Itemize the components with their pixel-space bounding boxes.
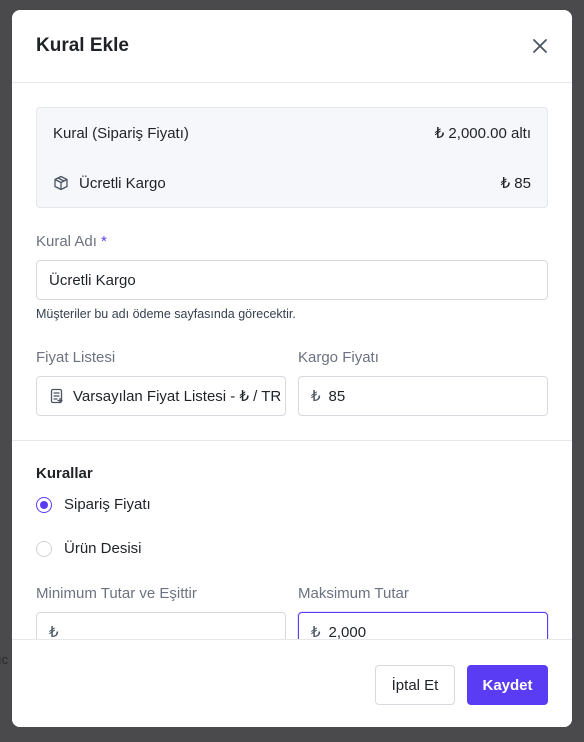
summary-rule-label: Kural (Sipariş Fiyatı) bbox=[53, 124, 189, 142]
modal-header: Kural Ekle bbox=[12, 10, 572, 83]
max-amount-label: Maksimum Tutar bbox=[298, 585, 409, 602]
radio-order-price[interactable]: Sipariş Fiyatı bbox=[36, 496, 151, 513]
modal-footer: İptal Et Kaydet bbox=[12, 639, 572, 727]
required-mark: * bbox=[101, 233, 107, 250]
rule-name-input[interactable]: Ücretli Kargo bbox=[36, 260, 548, 300]
backdrop-text: ıc bbox=[0, 652, 9, 667]
price-list-value: Varsayılan Fiyat Listesi - ₺ / TR bbox=[73, 388, 282, 405]
max-amount-value: 2,000 bbox=[328, 623, 367, 641]
radio-order-price-label: Sipariş Fiyatı bbox=[64, 496, 151, 513]
radio-product-desi-dot[interactable] bbox=[36, 540, 52, 557]
section-divider bbox=[12, 440, 572, 441]
summary-shipping-label: Ücretli Kargo bbox=[79, 174, 166, 192]
price-list-label: Fiyat Listesi bbox=[36, 349, 116, 366]
rule-name-hint: Müşteriler bu adı ödeme sayfasında görec… bbox=[36, 307, 296, 321]
shipping-price-currency: ₺ bbox=[311, 388, 321, 405]
add-rule-modal: Kural Ekle Kural (Sipariş Fiyatı) ₺ 2,00… bbox=[12, 10, 572, 727]
price-list-icon bbox=[50, 388, 63, 404]
package-icon bbox=[54, 175, 68, 191]
summary-rule-row: Kural (Sipariş Fiyatı) ₺ 2,000.00 altı bbox=[53, 122, 531, 144]
close-button[interactable] bbox=[528, 34, 552, 58]
rule-name-label-text: Kural Adı bbox=[36, 233, 97, 250]
modal-title: Kural Ekle bbox=[36, 35, 129, 56]
summary-rule-value: ₺ 2,000.00 altı bbox=[434, 125, 531, 142]
rules-title: Kurallar bbox=[36, 465, 93, 482]
shipping-price-value: 85 bbox=[328, 387, 346, 405]
cancel-button[interactable]: İptal Et bbox=[375, 665, 455, 705]
shipping-price-label: Kargo Fiyatı bbox=[298, 349, 379, 366]
rule-summary-box: Kural (Sipariş Fiyatı) ₺ 2,000.00 altı Ü… bbox=[36, 107, 548, 208]
rule-name-value: Ücretli Kargo bbox=[49, 271, 136, 289]
summary-shipping-value: ₺ 85 bbox=[500, 175, 531, 192]
radio-product-desi[interactable]: Ürün Desisi bbox=[36, 540, 142, 557]
rule-name-label: Kural Adı * bbox=[36, 233, 107, 250]
price-list-select[interactable]: Varsayılan Fiyat Listesi - ₺ / TR bbox=[36, 376, 286, 416]
summary-shipping-row: Ücretli Kargo ₺ 85 bbox=[53, 172, 531, 194]
min-amount-label: Minimum Tutar ve Eşittir bbox=[36, 585, 197, 602]
close-icon bbox=[533, 39, 547, 53]
radio-order-price-dot[interactable] bbox=[36, 496, 52, 513]
save-button[interactable]: Kaydet bbox=[467, 665, 548, 705]
radio-product-desi-label: Ürün Desisi bbox=[64, 540, 142, 557]
shipping-price-input[interactable]: ₺ 85 bbox=[298, 376, 548, 416]
